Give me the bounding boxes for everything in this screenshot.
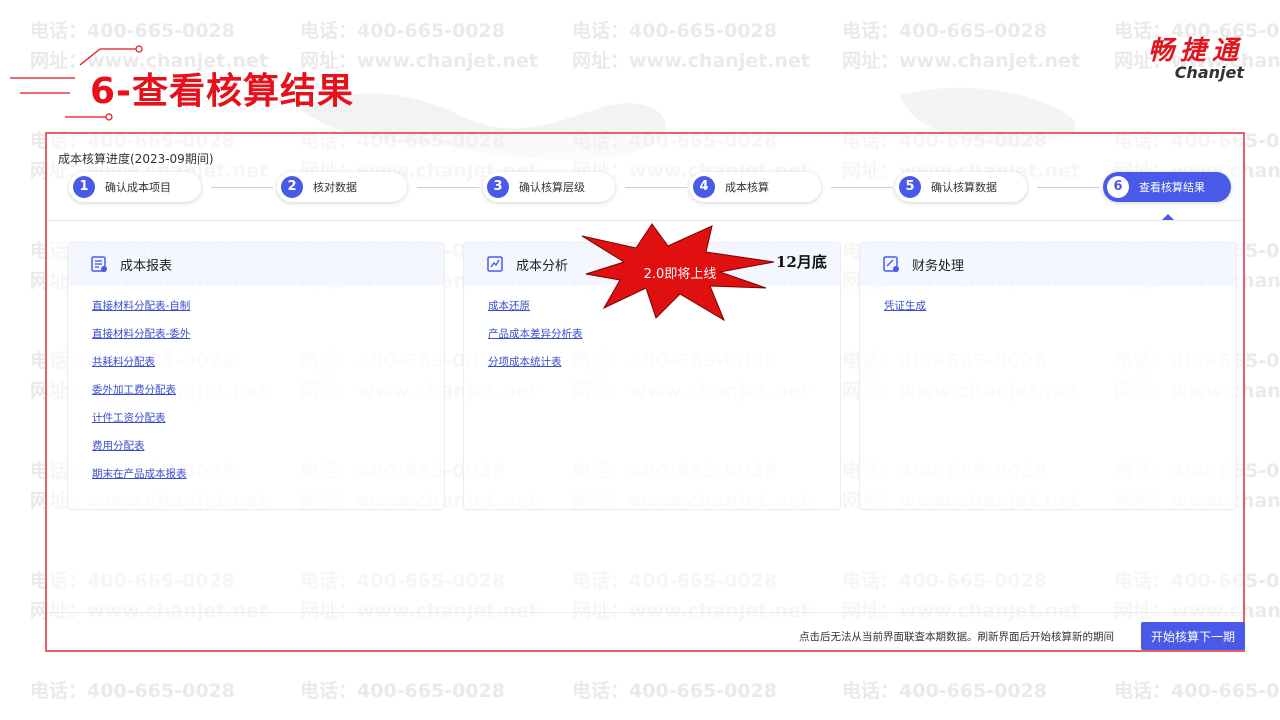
- link-direct-material-outsourced[interactable]: 直接材料分配表-委外: [92, 327, 190, 355]
- analysis-links: 成本还原 产品成本差异分析表 分项成本统计表: [488, 299, 583, 383]
- step-label: 确认核算数据: [931, 181, 997, 194]
- chanjet-logo: 畅捷通 Chanjet: [1148, 30, 1244, 82]
- step-connector: [417, 187, 479, 188]
- link-direct-material-self[interactable]: 直接材料分配表-自制: [92, 299, 190, 327]
- link-itemized-cost[interactable]: 分项成本统计表: [488, 355, 583, 383]
- card-header: 财务处理: [860, 243, 1236, 285]
- step-number: 5: [899, 176, 921, 198]
- card-title: 财务处理: [912, 258, 965, 274]
- step-confirm-cost-items[interactable]: 1 确认成本项目: [69, 172, 201, 202]
- link-voucher-generate[interactable]: 凭证生成: [884, 299, 926, 327]
- step-number: 3: [487, 176, 509, 198]
- link-outsourcing-fee[interactable]: 委外加工费分配表: [92, 383, 190, 411]
- card-title: 成本分析: [516, 258, 569, 274]
- step-number: 1: [73, 176, 95, 198]
- voucher-icon: [883, 256, 899, 272]
- footer-hint: 点击后无法从当前界面联查本期数据。刷新界面后开始核算新的期间: [799, 631, 1114, 643]
- step-confirm-accounting-data[interactable]: 5 确认核算数据: [895, 172, 1027, 202]
- footer-divider: [47, 612, 1243, 613]
- step-label: 查看核算结果: [1139, 181, 1205, 194]
- card-cost-reports: 成本报表 直接材料分配表-自制 直接材料分配表-委外 共耗料分配表 委外加工费分…: [67, 242, 445, 510]
- link-cost-variance[interactable]: 产品成本差异分析表: [488, 327, 583, 355]
- link-wip-cost-report[interactable]: 期末在产品成本报表: [92, 467, 190, 495]
- step-label: 核对数据: [313, 181, 357, 194]
- highlight-frame: 成本核算进度(2023-09期间) 1 确认成本项目 2 核对数据 3 确认核算…: [45, 132, 1245, 652]
- release-month-note: 12月底: [776, 253, 827, 271]
- progress-title: 成本核算进度(2023-09期间): [58, 152, 214, 166]
- progress-steps: 1 确认成本项目 2 核对数据 3 确认核算层级 4 成本核算 5 确认核算数据…: [69, 172, 1237, 206]
- card-title: 成本报表: [120, 258, 173, 274]
- card-finance-processing: 财务处理 凭证生成: [859, 242, 1237, 510]
- step-label: 确认核算层级: [519, 181, 585, 194]
- step-connector: [211, 187, 273, 188]
- step-number: 6: [1107, 176, 1129, 198]
- link-cost-restore[interactable]: 成本还原: [488, 299, 583, 327]
- step-cost-accounting[interactable]: 4 成本核算: [689, 172, 821, 202]
- logo-chinese-text: 畅捷通: [1147, 36, 1244, 66]
- step-label: 成本核算: [725, 181, 769, 194]
- link-piece-wage[interactable]: 计件工资分配表: [92, 411, 190, 439]
- step-label: 确认成本项目: [105, 181, 171, 194]
- card-header: 成本报表: [68, 243, 444, 285]
- step-view-results[interactable]: 6 查看核算结果: [1103, 172, 1231, 202]
- link-expense-allocation[interactable]: 费用分配表: [92, 439, 190, 467]
- analysis-icon: [487, 256, 503, 272]
- finance-links: 凭证生成: [884, 299, 926, 327]
- link-shared-material[interactable]: 共耗料分配表: [92, 355, 190, 383]
- step-confirm-levels[interactable]: 3 确认核算层级: [483, 172, 615, 202]
- start-next-period-button[interactable]: 开始核算下一期: [1141, 622, 1245, 650]
- step-connector: [625, 187, 687, 188]
- step-number: 4: [693, 176, 715, 198]
- step-number: 2: [281, 176, 303, 198]
- divider: [47, 220, 1243, 221]
- step-connector: [1037, 187, 1099, 188]
- report-icon: [91, 256, 107, 272]
- burst-text: 2.0即将上线: [643, 266, 717, 282]
- report-links: 直接材料分配表-自制 直接材料分配表-委外 共耗料分配表 委外加工费分配表 计件…: [92, 299, 190, 495]
- step-check-data[interactable]: 2 核对数据: [277, 172, 407, 202]
- slide-title: 6-查看核算结果: [90, 71, 354, 112]
- step-connector: [831, 187, 893, 188]
